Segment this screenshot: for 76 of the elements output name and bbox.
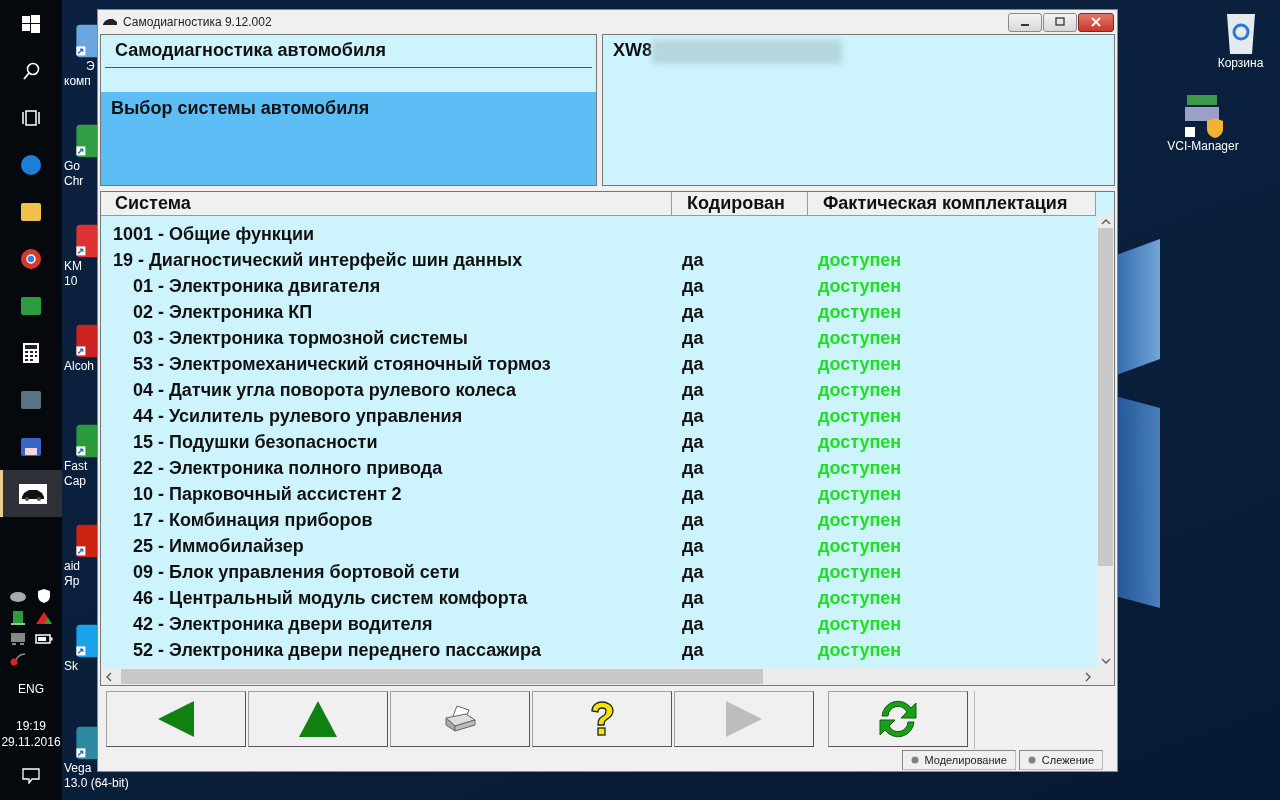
coded-value: да xyxy=(681,353,705,375)
icon-label: KM xyxy=(63,259,82,274)
status-value: доступен xyxy=(817,275,902,297)
column-header[interactable]: Система xyxy=(101,192,672,216)
icon-label: 10 xyxy=(63,274,78,289)
step-title: Выбор системы автомобиля xyxy=(111,98,370,118)
header-title: Самодиагностика автомобиля xyxy=(105,35,592,68)
icon-label: Vega xyxy=(63,761,92,776)
icon-label: Sk xyxy=(63,659,78,674)
system-name[interactable]: 10 - Парковочный ассистент 2 xyxy=(101,483,672,505)
icon-label: Корзина xyxy=(1217,56,1264,71)
status-value: доступен xyxy=(817,327,902,349)
icon-label: Э xyxy=(85,59,95,74)
status-text: Моделирование xyxy=(924,754,1007,766)
icon-label: Alcoh xyxy=(63,359,95,374)
status-value: доступен xyxy=(817,587,902,609)
system-name[interactable]: 04 - Датчик угла поворота рулевого колеса xyxy=(101,379,672,401)
icon-label: VCI-Manager xyxy=(1167,139,1239,154)
system-name[interactable]: 42 - Электроника двери водителя xyxy=(101,613,672,635)
status-value: доступен xyxy=(817,457,902,479)
system-name[interactable]: 52 - Электроника двери переднего пассажира xyxy=(101,639,672,661)
system-name[interactable]: 46 - Центральный модуль систем комфорта xyxy=(101,587,672,609)
icon-label: 13.0 (64-bit) xyxy=(63,776,129,791)
coded-value: да xyxy=(681,405,705,427)
coded-value: да xyxy=(681,509,705,531)
status-value: доступен xyxy=(817,483,902,505)
vin-text: XW8 xyxy=(613,40,652,61)
coded-value: да xyxy=(681,561,705,583)
status-value: доступен xyxy=(817,249,902,271)
system-name[interactable]: 44 - Усилитель рулевого управления xyxy=(101,405,672,427)
system-name[interactable]: 1001 - Общие функции xyxy=(101,223,672,245)
status-value: доступен xyxy=(817,639,902,661)
coded-value: да xyxy=(681,431,705,453)
coded-value: да xyxy=(681,379,705,401)
status-text: Слежение xyxy=(1041,754,1094,766)
system-name[interactable]: 17 - Комбинация приборов xyxy=(101,509,672,531)
system-name[interactable]: 19 - Диагностический интерфейс шин данных xyxy=(101,249,672,271)
icon-label: комп xyxy=(63,74,91,89)
system-name[interactable]: 15 - Подушки безопасности xyxy=(101,431,672,453)
icon-label: Go xyxy=(63,159,80,174)
status-value: доступен xyxy=(817,613,902,635)
icon-label: Cap xyxy=(63,474,86,489)
system-name[interactable]: 53 - Электромеханический стояночный тормоз xyxy=(101,353,672,375)
system-name[interactable]: 01 - Электроника двигателя xyxy=(101,275,672,297)
system-name[interactable]: 02 - Электроника КП xyxy=(101,301,672,323)
status-value: доступен xyxy=(817,431,902,453)
system-name[interactable]: 22 - Электроника полного привода xyxy=(101,457,672,479)
coded-value: да xyxy=(681,613,705,635)
column-header[interactable]: Фактическая комплектация xyxy=(808,192,1096,216)
coded-value: да xyxy=(681,327,705,349)
coded-value: да xyxy=(681,639,705,661)
status-value: доступен xyxy=(817,405,902,427)
icon-label: Chr xyxy=(63,174,84,189)
coded-value: да xyxy=(681,587,705,609)
icon-label: Яр xyxy=(63,574,80,589)
status-value: доступен xyxy=(817,379,902,401)
icon-label: Fast xyxy=(63,459,88,474)
icon-label: aid xyxy=(63,559,80,574)
window-title: Самодиагностика 9.12.002 xyxy=(123,15,272,29)
system-name[interactable]: 25 - Иммобилайзер xyxy=(101,535,672,557)
status-value: доступен xyxy=(817,353,902,375)
coded-value: да xyxy=(681,535,705,557)
clock[interactable]: 19:19 29.11.2016 xyxy=(1,718,61,750)
coded-value: да xyxy=(681,457,705,479)
coded-value: да xyxy=(681,301,705,323)
column-header[interactable]: Кодирован xyxy=(672,192,808,216)
system-name[interactable]: 03 - Электроника тормозной системы xyxy=(101,327,672,349)
status-value: доступен xyxy=(817,301,902,323)
coded-value: да xyxy=(681,483,705,505)
system-name[interactable]: 09 - Блок управления бортовой сети xyxy=(101,561,672,583)
language-indicator[interactable]: ENG xyxy=(18,682,44,696)
coded-value: да xyxy=(681,249,705,271)
status-value: доступен xyxy=(817,561,902,583)
status-value: доступен xyxy=(817,535,902,557)
coded-value: да xyxy=(681,275,705,297)
status-value: доступен xyxy=(817,509,902,531)
